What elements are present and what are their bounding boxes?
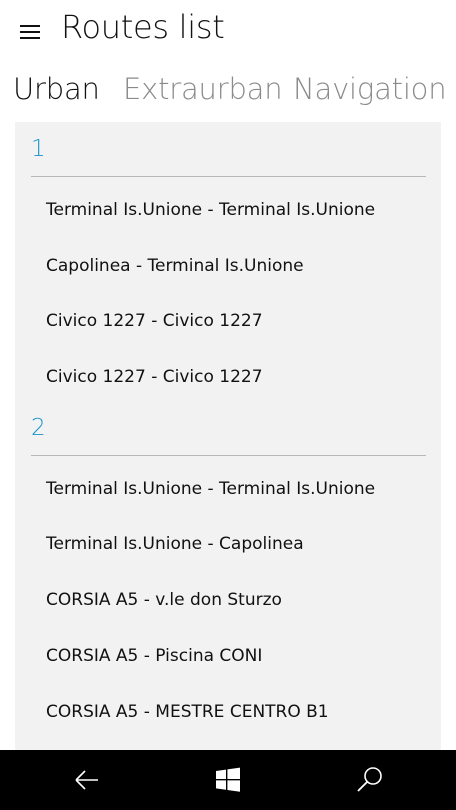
system-navigation-bar [0, 750, 456, 810]
route-item[interactable]: Terminal Is.Unione - Terminal Is.Unione [15, 457, 441, 513]
title-bar: Routes list [0, 0, 456, 62]
route-item[interactable]: CORSIA A5 - MESTRE CENTRO B1 [15, 680, 441, 736]
route-item[interactable]: Terminal Is.Unione - Capolinea [15, 512, 441, 568]
search-icon[interactable] [352, 762, 388, 798]
group-divider [31, 176, 426, 177]
route-item[interactable]: Civico 1227 - Civico 1227 [15, 289, 441, 345]
route-item[interactable]: CORSIA A5 - v.le don Sturzo [15, 568, 441, 624]
group-header: 2 [15, 401, 441, 457]
group-number: 1 [31, 136, 46, 162]
group-divider [31, 454, 426, 456]
route-label: CORSIA A5 - v.le don Sturzo [46, 590, 282, 611]
back-arrow-icon[interactable] [68, 762, 104, 798]
tab-extraurban[interactable]: Extraurban [123, 72, 283, 106]
route-label: Terminal Is.Unione - Capolinea [46, 534, 304, 555]
route-item[interactable]: CORSIA A5 - Piscina CONI [15, 624, 441, 680]
route-item[interactable]: Civico 1227 - Civico 1227 [15, 345, 441, 401]
group-header: 1 [15, 122, 441, 178]
route-item[interactable]: Capolinea - Terminal Is.Unione [15, 234, 441, 290]
route-label: Terminal Is.Unione - Terminal Is.Unione [46, 200, 376, 220]
tab-navigation[interactable]: Navigation [293, 72, 447, 106]
routes-list[interactable]: 1 Terminal Is.Unione - Terminal Is.Union… [15, 122, 441, 750]
tab-urban[interactable]: Urban [13, 72, 100, 106]
route-label: CORSIA A5 - MESTRE CENTRO B1 [46, 701, 329, 722]
route-label: Capolinea - Terminal Is.Unione [46, 255, 304, 276]
route-label: Civico 1227 - Civico 1227 [46, 367, 263, 388]
hamburger-menu-icon[interactable] [16, 18, 44, 46]
route-label: Terminal Is.Unione - Terminal Is.Unione [46, 478, 376, 499]
route-label: Civico 1227 - Civico 1227 [46, 311, 263, 332]
route-label: CORSIA A5 - Piscina CONI [46, 645, 263, 666]
page-title: Routes list [61, 8, 225, 46]
route-item[interactable]: Terminal Is.Unione - Terminal Is.Unione [15, 178, 441, 234]
group-number: 2 [31, 414, 46, 441]
pivot-tabs: Urban Extraurban Navigation [0, 72, 456, 116]
windows-logo-icon[interactable] [210, 762, 246, 798]
